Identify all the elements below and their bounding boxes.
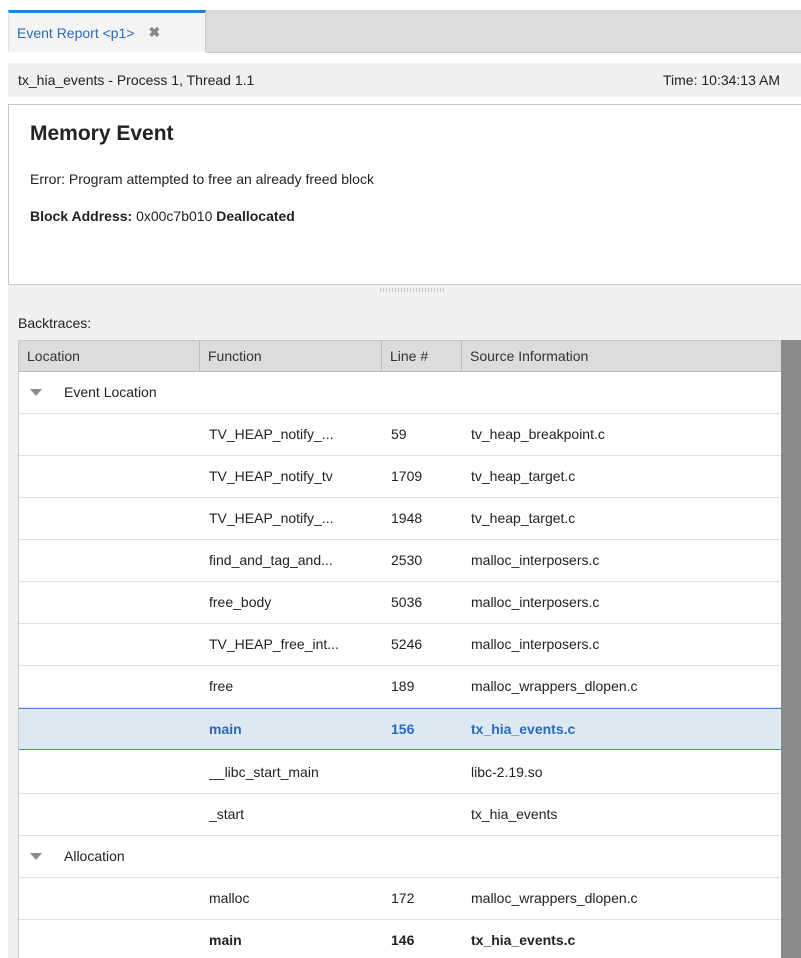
panel-splitter[interactable]	[8, 285, 801, 295]
source-cell: malloc_interposers.c	[471, 594, 600, 610]
chevron-down-icon[interactable]	[30, 389, 42, 396]
table-row[interactable]: TV_HEAP_notify_... 1948 tv_heap_target.c	[19, 498, 782, 540]
function-cell: free_body	[209, 594, 272, 610]
chevron-down-icon[interactable]	[30, 853, 42, 860]
line-cell: 5246	[391, 636, 423, 652]
table-row[interactable]: malloc 172 malloc_wrappers_dlopen.c	[19, 878, 782, 920]
line-cell: 146	[391, 932, 415, 948]
table-row[interactable]: TV_HEAP_notify_tv 1709 tv_heap_target.c	[19, 456, 782, 498]
column-header-location[interactable]: Location	[19, 341, 200, 372]
function-cell: TV_HEAP_notify_...	[209, 426, 334, 442]
tab-event-report[interactable]: Event Report <p1> ✖	[8, 10, 206, 52]
line-cell: 189	[391, 678, 415, 694]
event-error-message: Error: Program attempted to free an alre…	[30, 171, 374, 187]
column-header-line[interactable]: Line #	[382, 341, 462, 372]
source-cell: tx_hia_events.c	[471, 721, 576, 737]
source-cell: tv_heap_breakpoint.c	[471, 426, 605, 442]
function-cell: TV_HEAP_notify_tv	[209, 468, 333, 484]
function-cell: main	[209, 932, 242, 948]
event-details-panel: Memory Event Error: Program attempted to…	[8, 104, 801, 285]
block-address-line: Block Address: 0x00c7b010 Deallocated	[30, 208, 295, 224]
function-cell: __libc_start_main	[209, 764, 319, 780]
block-address-label: Block Address:	[30, 208, 133, 224]
line-cell: 5036	[391, 594, 423, 610]
tab-bar: Event Report <p1> ✖	[0, 0, 801, 53]
source-cell: tx_hia_events	[471, 806, 558, 822]
function-cell: TV_HEAP_free_int...	[209, 636, 339, 652]
event-time: Time: 10:34:13 AM	[663, 72, 780, 88]
table-header: Location Function Line # Source Informat…	[19, 340, 782, 372]
source-cell: tv_heap_target.c	[471, 468, 576, 484]
table-row-selected[interactable]: main 156 tx_hia_events.c	[19, 708, 782, 750]
info-bar: tx_hia_events - Process 1, Thread 1.1 Ti…	[8, 63, 801, 97]
line-cell: 156	[391, 721, 415, 737]
function-cell: malloc	[209, 890, 250, 906]
block-address-value: 0x00c7b010	[132, 208, 217, 224]
table-row[interactable]: TV_HEAP_free_int... 5246 malloc_interpos…	[19, 624, 782, 666]
line-cell	[391, 794, 461, 835]
function-cell: TV_HEAP_notify_...	[209, 510, 334, 526]
backtraces-label: Backtraces:	[18, 315, 92, 331]
source-cell: malloc_wrappers_dlopen.c	[471, 890, 638, 906]
block-state: Deallocated	[216, 208, 295, 224]
group-label: Allocation	[64, 848, 125, 864]
table-row[interactable]: free 189 malloc_wrappers_dlopen.c	[19, 666, 782, 708]
close-icon[interactable]: ✖	[149, 24, 161, 41]
line-cell: 59	[391, 426, 407, 442]
source-cell: tv_heap_target.c	[471, 510, 576, 526]
function-cell: free	[209, 678, 234, 694]
table-row[interactable]: __libc_start_main libc-2.19.so	[19, 752, 782, 794]
source-cell: malloc_wrappers_dlopen.c	[471, 678, 638, 694]
tab-bar-empty-area	[206, 10, 801, 53]
table-row[interactable]: TV_HEAP_notify_... 59 tv_heap_breakpoint…	[19, 414, 782, 456]
tab-label: Event Report <p1>	[17, 24, 135, 41]
column-header-source[interactable]: Source Information	[462, 341, 782, 372]
source-cell: libc-2.19.so	[471, 764, 543, 780]
line-cell	[391, 752, 461, 793]
group-row-event-location[interactable]: Event Location	[19, 372, 782, 414]
event-heading: Memory Event	[30, 122, 174, 145]
table-row[interactable]: find_and_tag_and... 2530 malloc_interpos…	[19, 540, 782, 582]
group-label: Event Location	[64, 384, 157, 400]
function-cell: main	[209, 721, 242, 737]
function-cell: _start	[209, 806, 245, 822]
column-header-function[interactable]: Function	[200, 341, 382, 372]
function-cell: find_and_tag_and...	[209, 552, 333, 568]
group-row-allocation[interactable]: Allocation	[19, 836, 782, 878]
table-row[interactable]: _start tx_hia_events	[19, 794, 782, 836]
source-cell: malloc_interposers.c	[471, 552, 600, 568]
splitter-grip-icon[interactable]	[380, 288, 444, 292]
vertical-scrollbar[interactable]	[781, 340, 801, 958]
table-row[interactable]: main 146 tx_hia_events.c	[19, 920, 782, 958]
backtrace-table: Location Function Line # Source Informat…	[18, 340, 782, 958]
line-cell: 2530	[391, 552, 423, 568]
line-cell: 1948	[391, 510, 423, 526]
source-cell: tx_hia_events.c	[471, 932, 576, 948]
source-cell: malloc_interposers.c	[471, 636, 600, 652]
line-cell: 1709	[391, 468, 423, 484]
process-thread-title: tx_hia_events - Process 1, Thread 1.1	[18, 72, 255, 88]
line-cell: 172	[391, 890, 415, 906]
table-row[interactable]: free_body 5036 malloc_interposers.c	[19, 582, 782, 624]
